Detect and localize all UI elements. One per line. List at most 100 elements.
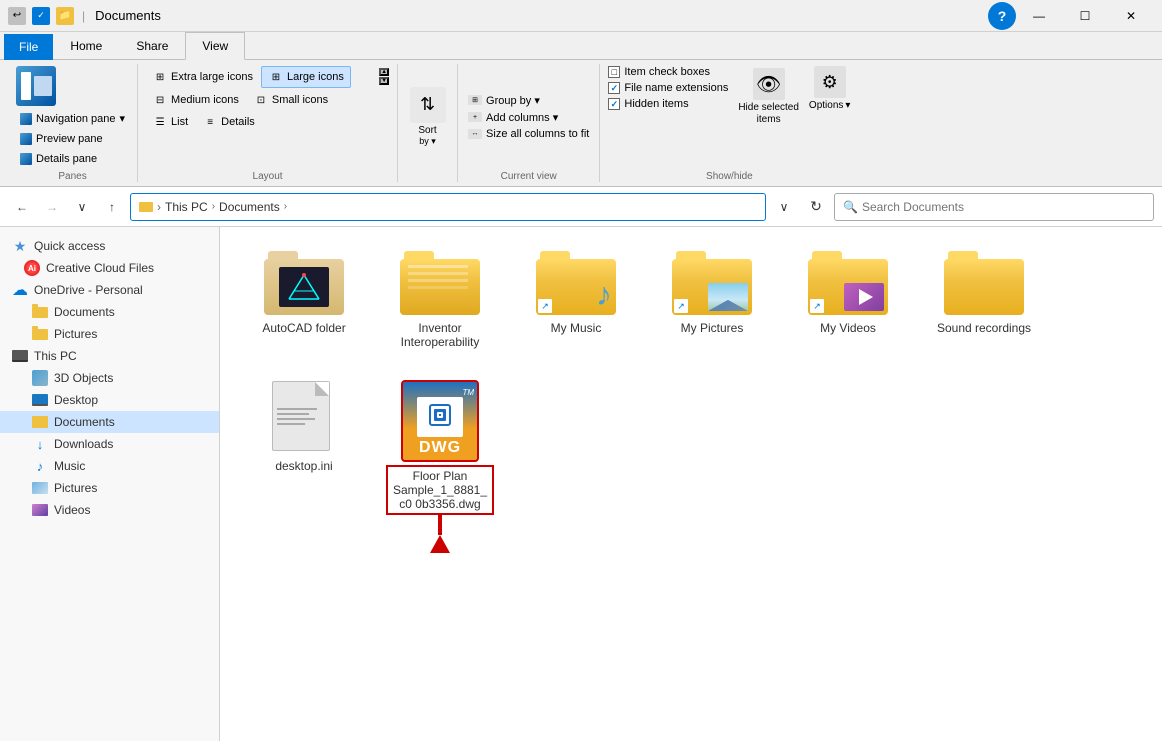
pane-labels: Navigation pane ▾ Preview pane Details p…: [16, 110, 129, 167]
tab-home[interactable]: Home: [53, 32, 119, 60]
forward-button[interactable]: →: [38, 193, 66, 221]
details-btn[interactable]: ≡ Details: [196, 112, 261, 132]
navigation-pane-label[interactable]: Navigation pane ▾: [16, 110, 129, 127]
mountain-shape: [708, 300, 748, 311]
add-columns-button[interactable]: + Add columns ▾: [466, 110, 560, 125]
panes-group: Navigation pane ▾ Preview pane Details p…: [8, 64, 138, 182]
navigation-pane-arrow: ▾: [120, 112, 126, 125]
path-documents[interactable]: Documents: [219, 200, 280, 214]
address-path[interactable]: › This PC › Documents ›: [130, 193, 766, 221]
sidebar-item-pictures[interactable]: Pictures: [0, 477, 219, 499]
file-item-desktop-ini[interactable]: desktop.ini: [244, 373, 364, 563]
preview-pane-button[interactable]: Preview pane: [16, 131, 129, 147]
address-dropdown-button[interactable]: ∨: [770, 193, 798, 221]
sidebar-item-creative-cloud[interactable]: Ai Creative Cloud Files: [0, 257, 219, 279]
options-label: Options ▾: [809, 100, 851, 111]
path-chevron-1: ›: [212, 201, 215, 212]
layout-label: Layout: [146, 169, 389, 182]
sound-recordings-label: Sound recordings: [937, 321, 1031, 335]
minimize-button[interactable]: —: [1016, 0, 1062, 32]
sidebar-item-quick-access[interactable]: ★ Quick access: [0, 235, 219, 257]
search-box[interactable]: 🔍: [834, 193, 1154, 221]
sort-button[interactable]: ⇅ Sort by ▾: [410, 87, 446, 147]
videos-overlay: [844, 283, 884, 311]
file-item-my-videos[interactable]: ↗ My Videos: [788, 243, 908, 357]
file-item-floor-plan[interactable]: TM DWG F: [380, 373, 500, 563]
sidebar-item-documents[interactable]: Documents: [0, 411, 219, 433]
help-button[interactable]: ?: [988, 2, 1016, 30]
creative-cloud-icon: Ai: [24, 260, 40, 276]
current-view-content: ⊞ Group by ▾ + Add columns ▾ ↔ Size all …: [466, 64, 591, 169]
title-bar-icons: ↩ ✓ 📁 |: [8, 7, 87, 25]
hidden-items-row[interactable]: ✓ Hidden items: [608, 98, 728, 110]
size-all-button[interactable]: ↔ Size all columns to fit: [466, 127, 591, 141]
refresh-button[interactable]: ↻: [802, 193, 830, 221]
item-check-boxes-row[interactable]: □ Item check boxes: [608, 66, 728, 78]
floor-plan-label: Floor Plan Sample_1_8881_c0 0b3356.dwg: [388, 467, 492, 513]
navigation-pane-button[interactable]: [16, 66, 56, 106]
sound-recordings-folder-icon: [944, 251, 1024, 315]
sidebar-item-downloads[interactable]: ↓ Downloads: [0, 433, 219, 455]
sidebar-item-3d-objects[interactable]: 3D Objects: [0, 367, 219, 389]
sidebar-item-onedrive-documents[interactable]: Documents: [0, 301, 219, 323]
onedrive-documents-label: Documents: [54, 305, 207, 319]
layout-scroll-up[interactable]: ▲: [379, 68, 389, 76]
history-button[interactable]: ∨: [68, 193, 96, 221]
layout-scroll-down[interactable]: ▼: [379, 77, 389, 85]
group-by-button[interactable]: ⊞ Group by ▾: [466, 93, 542, 108]
tab-file[interactable]: File: [4, 34, 53, 60]
desktop-icon: [32, 392, 48, 408]
extra-large-icons-btn[interactable]: ⊞ Extra large icons: [146, 66, 259, 88]
stripe1: [408, 265, 468, 268]
size-all-icon: ↔: [468, 129, 482, 139]
file-name-extensions-row[interactable]: ✓ File name extensions: [608, 82, 728, 94]
videos-label: Videos: [54, 503, 207, 517]
back-button[interactable]: ←: [8, 193, 36, 221]
path-chevron-2: ›: [284, 201, 287, 212]
sort-group: ⇅ Sort by ▾: [398, 64, 458, 182]
panes-label: Panes: [16, 169, 129, 182]
pc-icon-shape: [12, 350, 28, 362]
title-bar-separator: |: [82, 9, 85, 23]
list-btn[interactable]: ☰ List: [146, 112, 194, 132]
sidebar-item-onedrive[interactable]: ☁ OneDrive - Personal: [0, 279, 219, 301]
onedrive-documents-icon: [32, 304, 48, 320]
pictures-icon: [32, 480, 48, 496]
sidebar-item-music[interactable]: ♪ Music: [0, 455, 219, 477]
sidebar-item-this-pc[interactable]: This PC: [0, 345, 219, 367]
sidebar-item-onedrive-pictures[interactable]: Pictures: [0, 323, 219, 345]
file-item-sound-recordings[interactable]: Sound recordings: [924, 243, 1044, 357]
tab-view[interactable]: View: [185, 32, 245, 60]
quick-access-label: Quick access: [34, 239, 207, 253]
hide-selected-button[interactable]: 👁 Hide selecteditems: [736, 66, 801, 128]
title-bar-controls: — ☐ ✕: [1016, 0, 1154, 32]
sidebar-item-videos[interactable]: Videos: [0, 499, 219, 521]
quick-access-icon: ★: [12, 238, 28, 254]
options-button[interactable]: ⚙ Options ▾: [809, 66, 851, 111]
desktop-ini-label: desktop.ini: [275, 459, 332, 473]
search-input[interactable]: [862, 200, 1145, 214]
navigation-pane-icon: [16, 66, 56, 106]
tab-share[interactable]: Share: [119, 32, 185, 60]
details-pane-button[interactable]: Details pane: [16, 151, 129, 167]
nav-pane-sm-icon: [20, 113, 32, 125]
small-icons-btn[interactable]: ⊡ Small icons: [247, 90, 334, 110]
play-icon: [859, 289, 873, 305]
up-button[interactable]: ↑: [98, 193, 126, 221]
my-music-folder-icon: ♪ ↗: [536, 251, 616, 315]
file-item-my-music[interactable]: ♪ ↗ My Music: [516, 243, 636, 357]
medium-icons-btn[interactable]: ⊟ Medium icons: [146, 90, 245, 110]
large-icons-btn[interactable]: ⊞ Large icons: [261, 66, 351, 88]
maximize-button[interactable]: ☐: [1062, 0, 1108, 32]
current-view-label: Current view: [466, 169, 591, 182]
inventor-label: Inventor Interoperability: [388, 321, 492, 349]
sort-group-label: [406, 169, 449, 182]
file-item-autocad[interactable]: AutoCAD folder: [244, 243, 364, 357]
path-this-pc[interactable]: This PC: [165, 200, 208, 214]
close-button[interactable]: ✕: [1108, 0, 1154, 32]
sidebar-item-desktop[interactable]: Desktop: [0, 389, 219, 411]
app-icon-check: ✓: [32, 7, 50, 25]
file-item-inventor[interactable]: Inventor Interoperability: [380, 243, 500, 357]
ini-line4: [277, 423, 305, 425]
file-item-my-pictures[interactable]: ↗ My Pictures: [652, 243, 772, 357]
